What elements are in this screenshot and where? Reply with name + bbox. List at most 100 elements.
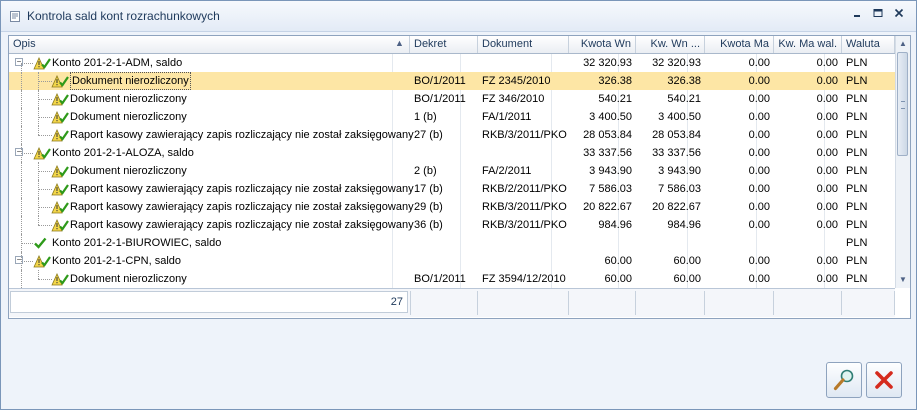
vertical-scrollbar[interactable]: ▲ ▼	[895, 36, 910, 288]
scroll-down-icon[interactable]: ▼	[896, 273, 910, 287]
row-description: Raport kasowy zawierający zapis rozlicza…	[70, 129, 414, 141]
cell-dekret	[410, 144, 478, 162]
cell-waluta: PLN	[846, 111, 868, 123]
cell-dokument: RKB/2/2011/PKO	[482, 183, 567, 195]
tree-connector	[21, 198, 22, 216]
cell-kwota-wn	[569, 234, 636, 252]
document-row[interactable]: Dokument nierozliczony 2 (b) FA/2/2011 3 94…	[9, 162, 895, 180]
cell-waluta: PLN	[846, 129, 868, 141]
document-row[interactable]: Raport kasowy zawierający zapis rozlicza…	[9, 126, 895, 144]
cell-kw-ma-wal: 0.00	[816, 111, 838, 123]
column-header-kw-ma-wal[interactable]: Kw. Ma wal.	[774, 36, 842, 53]
cell-dokument: FA/1/2011	[482, 111, 532, 123]
row-description: Konto 201-2-1-CPN, saldo	[52, 255, 182, 267]
row-description: Konto 201-2-1-BIUROWIEC, saldo	[52, 237, 222, 249]
cell-kw-wn-wal: 7 586.03	[658, 183, 701, 195]
column-header-dokument[interactable]: Dokument	[478, 36, 569, 53]
grid-footer: 27	[9, 288, 895, 317]
cell-waluta: PLN	[846, 93, 868, 105]
tree-connector	[21, 126, 22, 144]
cell-kwota-wn: 20 822.67	[583, 201, 632, 213]
tree-connector	[38, 171, 52, 172]
column-header-dekret-label: Dekret	[414, 38, 447, 50]
minimize-icon	[854, 15, 860, 17]
cell-dokument: RKB/3/2011/PKO	[482, 219, 567, 231]
cell-kw-wn-wal: 3 943.90	[658, 165, 701, 177]
cell-kwota-wn: 326.38	[598, 75, 632, 87]
row-description: Raport kasowy zawierający zapis rozlicza…	[70, 183, 414, 195]
footer-cell-kwota-ma	[705, 291, 774, 315]
cell-kwota-ma: 0.00	[748, 273, 770, 285]
cell-dokument	[478, 54, 569, 72]
document-row[interactable]: Raport kasowy zawierający zapis rozlicza…	[9, 180, 895, 198]
warning-icon	[33, 56, 51, 70]
scroll-thumb[interactable]	[897, 52, 908, 156]
account-row[interactable]: − Konto 201-2-1-ADM, saldo 32 320.93 32 320…	[9, 54, 895, 81]
title-bar[interactable]: Kontrola sald kont rozrachunkowych	[1, 1, 916, 32]
cell-dekret: 27 (b)	[414, 129, 443, 141]
cell-kw-ma-wal: 0.00	[816, 219, 838, 231]
document-row[interactable]: Raport kasowy zawierający zapis rozlicza…	[9, 198, 895, 216]
close-window-button[interactable]	[890, 7, 908, 23]
column-header-waluta[interactable]: Waluta	[842, 36, 895, 53]
account-row[interactable]: Konto 201-2-1-BIUROWIEC, saldo PLN	[9, 234, 895, 252]
cell-kw-ma-wal: 0.00	[816, 165, 838, 177]
cell-waluta: PLN	[846, 255, 868, 267]
warning-icon	[51, 164, 69, 178]
tree-connector	[24, 63, 33, 64]
column-header-dokument-label: Dokument	[482, 38, 533, 50]
cell-kw-ma-wal: 0.00	[816, 93, 838, 105]
document-row[interactable]: Dokument nierozliczony BO/1/2011 FZ 2345/2…	[9, 72, 895, 90]
scroll-up-icon[interactable]: ▲	[896, 37, 910, 51]
tree-connector	[24, 153, 33, 154]
document-row[interactable]: Raport kasowy zawierający zapis rozlicza…	[9, 216, 895, 234]
close-dialog-button[interactable]	[866, 362, 902, 398]
row-description: Konto 201-2-1-ADM, saldo	[52, 57, 183, 69]
column-header-kwota-ma[interactable]: Kwota Ma	[705, 36, 774, 53]
row-description: Konto 201-2-1-ALOZA, saldo	[52, 147, 194, 159]
cell-kw-ma-wal	[774, 234, 842, 252]
cell-kw-wn-wal: 33 337.56	[652, 147, 701, 159]
details-button[interactable]	[826, 362, 862, 398]
tree-connector	[38, 279, 52, 280]
cell-kw-ma-wal: 0.00	[816, 75, 838, 87]
maximize-icon	[873, 9, 883, 17]
document-row[interactable]: Dokument nierozliczony 1 (b) FA/1/2011 3 40…	[9, 108, 895, 126]
column-header-opis[interactable]: Opis	[9, 36, 410, 53]
cell-dokument: RKB/3/2011/PKO	[482, 129, 567, 141]
tree-connector	[38, 189, 52, 190]
minimize-button[interactable]	[849, 7, 867, 23]
warning-icon	[51, 128, 69, 142]
cell-dekret	[410, 252, 478, 270]
cell-dekret: BO/1/2011	[414, 75, 466, 87]
column-header-dekret[interactable]: Dekret	[410, 36, 478, 53]
account-row[interactable]: − Konto 201-2-1-CPN, saldo 60.00 60.00 0.00 0…	[9, 252, 895, 270]
document-row[interactable]: Dokument nierozliczony BO/1/2011 FZ 346/20…	[9, 90, 895, 108]
tree-connector	[24, 261, 33, 262]
tree-connector	[21, 72, 22, 90]
cell-kw-wn-wal: 60.00	[673, 255, 701, 267]
cell-kwota-wn: 7 586.03	[589, 183, 632, 195]
row-description: Dokument nierozliczony	[70, 93, 187, 105]
cell-kwota-ma: 0.00	[748, 75, 770, 87]
thumb-grip-icon	[901, 101, 905, 109]
cell-dekret: BO/1/2011	[414, 93, 466, 105]
close-icon	[894, 8, 904, 18]
account-row[interactable]: − Konto 201-2-1-ALOZA, saldo 33 337.56 33 3…	[9, 144, 895, 162]
column-header-waluta-label: Waluta	[846, 38, 880, 50]
cell-kw-wn-wal: 3 400.50	[658, 111, 701, 123]
document-row[interactable]: Dokument nierozliczony BO/1/2011 FZ 3594/1…	[9, 270, 895, 288]
cell-waluta: PLN	[846, 75, 868, 87]
column-header-kwota-wn[interactable]: Kwota Wn	[569, 36, 636, 53]
cell-kwota-wn: 32 320.93	[583, 57, 632, 69]
tree-connector	[38, 225, 52, 226]
maximize-button[interactable]	[869, 7, 887, 23]
cell-kwota-ma: 0.00	[748, 129, 770, 141]
cell-kw-wn-wal: 326.38	[667, 75, 701, 87]
cell-kw-wn-wal: 28 053.84	[652, 129, 701, 141]
cell-kwota-ma: 0.00	[748, 255, 770, 267]
column-header-opis-label: Opis	[13, 38, 36, 50]
cell-kwota-ma: 0.00	[748, 201, 770, 213]
tree-connector	[21, 234, 22, 252]
column-header-kw-wn-wal[interactable]: Kw. Wn ...	[636, 36, 705, 53]
